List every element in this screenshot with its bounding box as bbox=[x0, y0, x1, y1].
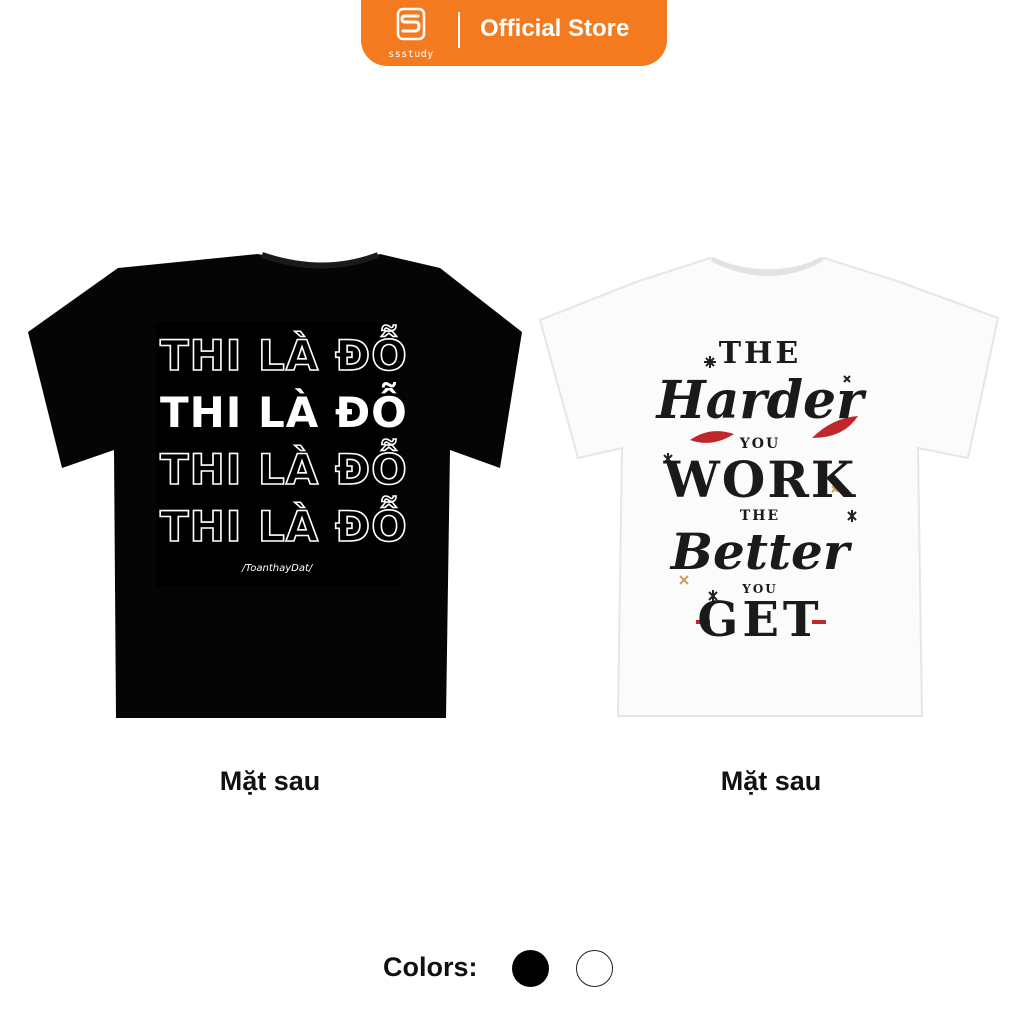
white-shirt-print: THE Harder YOU WORK THE Better YOU GET bbox=[640, 330, 880, 660]
colors-label: Colors: bbox=[383, 952, 478, 982]
print-word: Better bbox=[670, 522, 850, 581]
print-word: Harder bbox=[656, 370, 864, 431]
print-word: WORK bbox=[663, 450, 857, 509]
color-swatch-black[interactable] bbox=[512, 950, 549, 987]
print-word: THE bbox=[718, 336, 802, 371]
color-swatch-white[interactable] bbox=[576, 950, 613, 987]
white-shirt-caption: Mặt sau bbox=[720, 766, 822, 796]
black-shirt-caption: Mặt sau bbox=[219, 766, 321, 796]
print-word: GET bbox=[697, 592, 823, 648]
